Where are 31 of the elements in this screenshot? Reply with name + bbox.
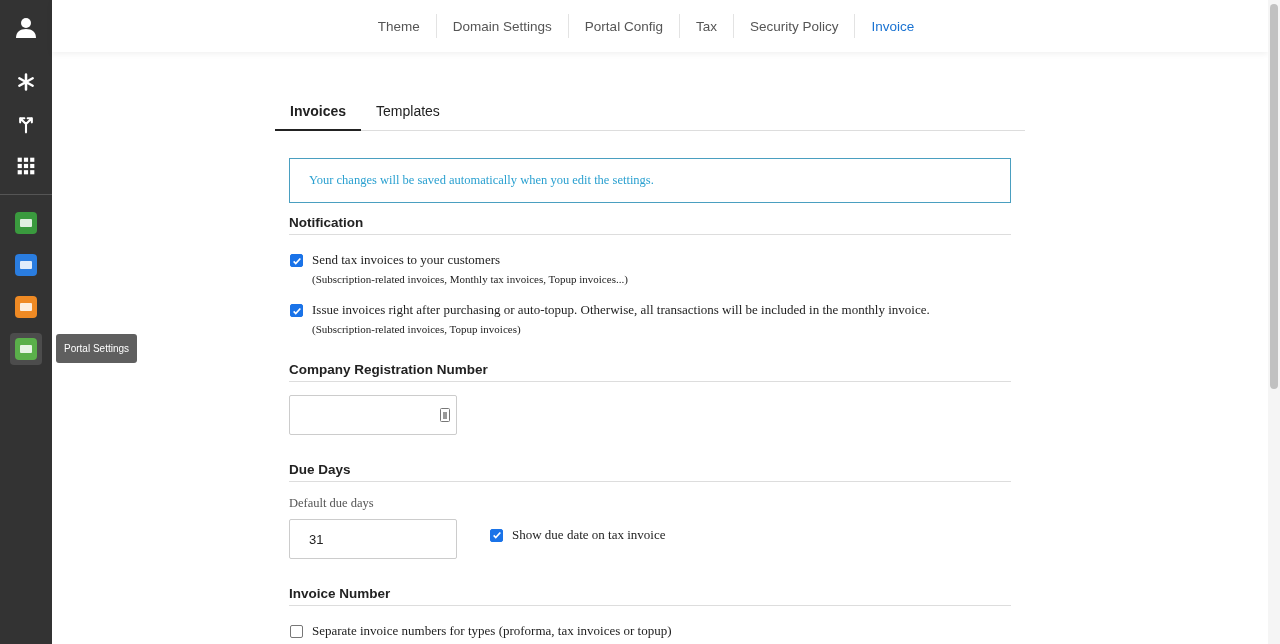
info-notice: Your changes will be saved automatically when you edit the settings.	[289, 158, 1011, 203]
number-field[interactable]: 31	[289, 519, 457, 559]
tab[interactable]: Invoices	[275, 94, 362, 131]
checkbox-label: Issue invoices right after purchasing or auto-topup. Otherwise, all transactions will be included in the monthly invoice.	[312, 302, 930, 318]
tooltip: Portal Settings	[56, 334, 138, 363]
hint-text: (Subscription-related invoices, Monthly tax invoices, Topup invoices...)	[312, 273, 628, 285]
tab[interactable]: Templates	[361, 94, 455, 130]
nav-tab[interactable]: Theme	[361, 18, 436, 34]
section-title: Notification	[289, 215, 1011, 235]
text-field[interactable]	[289, 395, 457, 435]
hint-text: (Subscription-related invoices, Topup invoices)	[312, 323, 522, 335]
section-title: Company Registration Number	[289, 362, 1011, 382]
checkbox[interactable]	[490, 528, 503, 542]
grid-icon[interactable]	[16, 156, 36, 176]
section-title: Invoice Number	[289, 586, 1011, 606]
field-caption: Default due days	[289, 496, 375, 511]
fork-icon[interactable]	[16, 114, 36, 134]
nav-tab[interactable]: Portal Config	[568, 18, 679, 34]
checkbox[interactable]	[290, 625, 303, 638]
asterisk-icon[interactable]	[16, 72, 36, 92]
checkbox-label: Show due date on tax invoice	[512, 527, 666, 543]
nav-tab[interactable]: Tax	[679, 18, 733, 34]
nav-tab[interactable]: Security Policy	[733, 18, 855, 34]
checkbox-label: Send tax invoices to your customers	[312, 252, 502, 268]
checkbox-label: Separate invoice numbers for types (proforma, tax invoices or topup)	[312, 623, 672, 639]
contact-card-icon[interactable]	[440, 408, 450, 422]
checkbox[interactable]	[290, 254, 303, 267]
section-title: Due Days	[289, 462, 1011, 482]
checkbox[interactable]	[290, 304, 303, 317]
nav-tab[interactable]: Domain Settings	[436, 18, 568, 34]
nav-tab[interactable]: Invoice	[855, 18, 931, 34]
